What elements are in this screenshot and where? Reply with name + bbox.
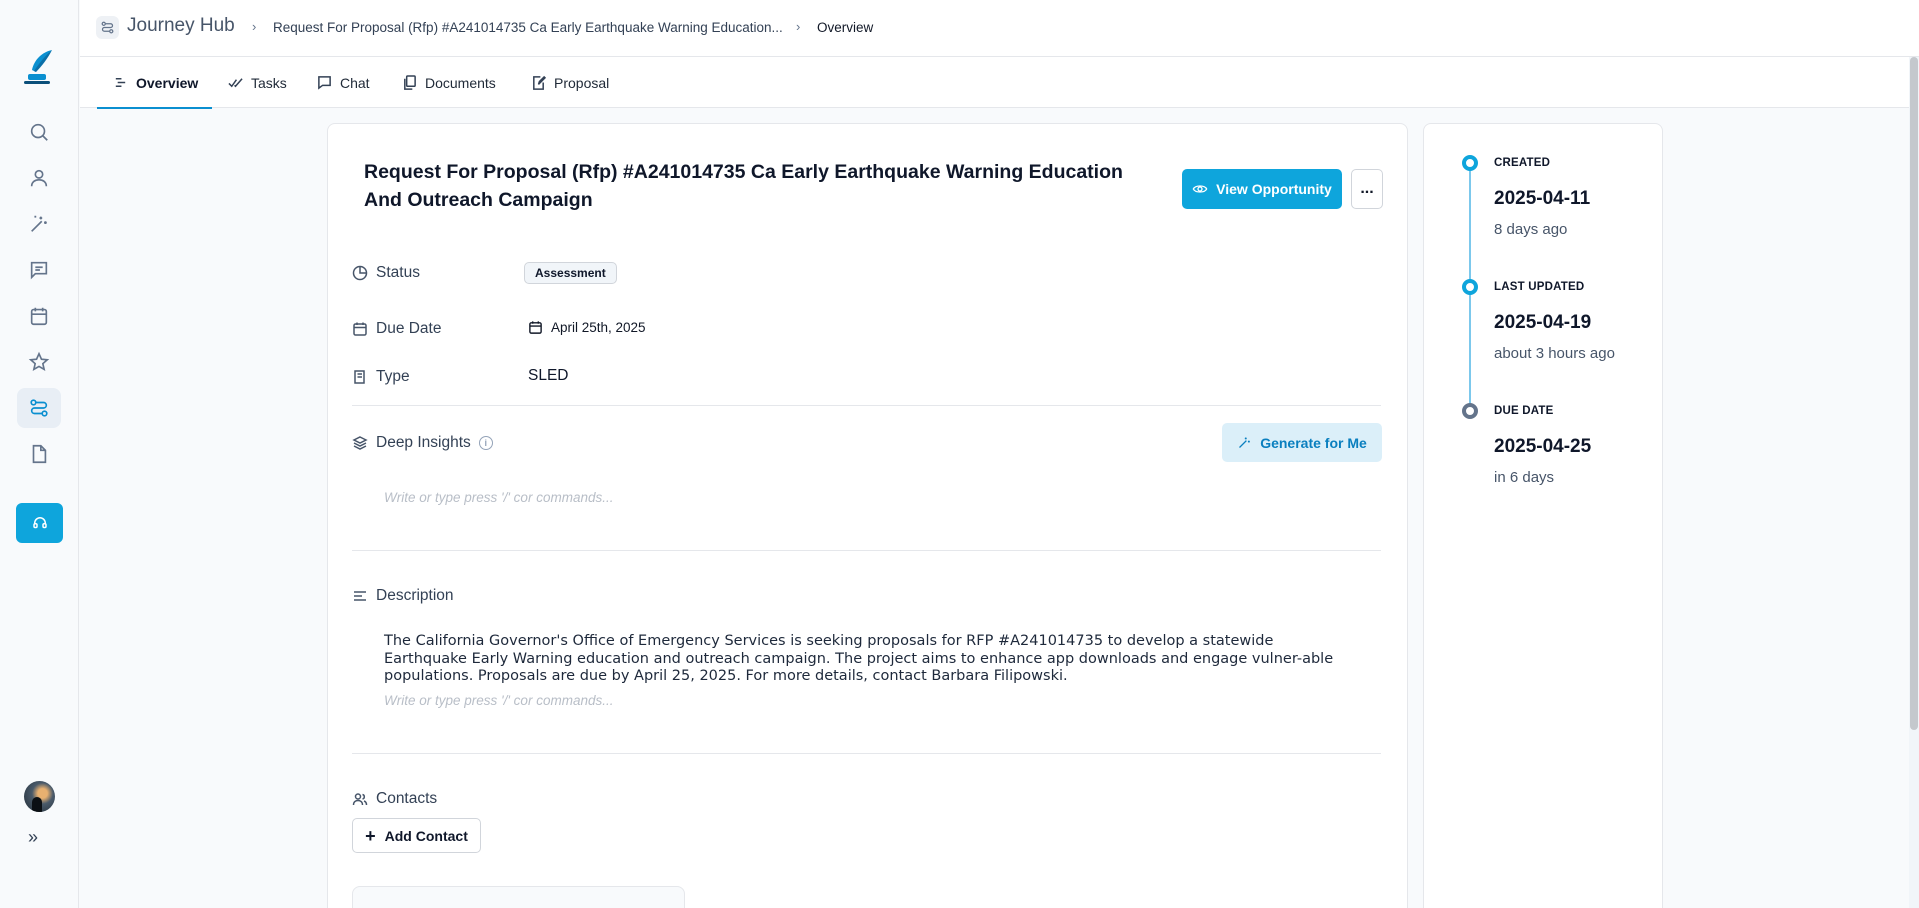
user-icon[interactable] (17, 158, 61, 198)
deep-insights-label: Deep Insights i (352, 434, 493, 452)
type-value[interactable]: SLED (528, 367, 569, 385)
timeline-dot-created (1462, 155, 1478, 171)
contacts-label-text: Contacts (376, 790, 438, 807)
app-logo-icon[interactable] (22, 48, 56, 86)
documents-icon (404, 75, 416, 90)
hub-title[interactable]: Journey Hub (127, 15, 235, 37)
created-relative: 8 days ago (1494, 221, 1568, 238)
description-label-text: Description (376, 587, 454, 604)
avatar[interactable] (24, 781, 55, 812)
star-icon[interactable] (17, 342, 61, 382)
due-date-timeline-label: DUE DATE (1494, 405, 1554, 417)
tab-label: Documents (425, 74, 496, 91)
sidebar: » (0, 0, 79, 908)
info-icon[interactable]: i (478, 436, 493, 450)
plus-icon: + (365, 825, 376, 846)
top-header: Journey Hub › Request For Proposal (Rfp)… (80, 0, 1919, 57)
file-icon[interactable] (17, 434, 61, 474)
breadcrumb-opportunity[interactable]: Request For Proposal (Rfp) #A241014735 C… (273, 20, 783, 35)
more-options-button[interactable]: ... (1351, 169, 1383, 209)
timeline-card (1423, 123, 1663, 908)
tab-label: Tasks (251, 74, 287, 91)
divider (352, 753, 1381, 754)
tab-label: Chat (340, 74, 370, 91)
due-date-value[interactable]: April 25th, 2025 (528, 320, 646, 335)
journey-icon[interactable] (17, 388, 61, 428)
tab-proposal[interactable]: Proposal (531, 57, 609, 108)
description-editor[interactable]: The California Governor's Office of Emer… (384, 633, 1344, 686)
tab-label: Proposal (554, 74, 610, 91)
insights-editor[interactable]: Write or type press '/' cor commands... (384, 490, 613, 505)
message-icon[interactable] (17, 250, 61, 290)
align-left-icon (354, 591, 366, 601)
eye-icon (1192, 185, 1208, 193)
add-contact-button[interactable]: + Add Contact (352, 818, 481, 853)
tab-label: Overview (136, 74, 199, 91)
due-date-timeline-relative: in 6 days (1494, 469, 1555, 486)
calendar-icon[interactable] (17, 296, 61, 336)
page-title: Request For Proposal (Rfp) #A241014735 C… (364, 161, 1123, 211)
view-opportunity-label: View Opportunity (1216, 181, 1332, 197)
generate-for-me-button[interactable]: Generate for Me (1222, 423, 1382, 462)
search-icon[interactable] (17, 112, 61, 152)
layers-icon (352, 436, 368, 450)
book-icon (354, 370, 365, 384)
tab-chat[interactable]: Chat (317, 57, 370, 108)
timeline-dot-due (1462, 403, 1478, 419)
status-label: Status (352, 264, 420, 282)
created-label: CREATED (1494, 157, 1551, 169)
check-icon (228, 78, 243, 88)
calendar-icon (529, 321, 542, 334)
status-label-text: Status (376, 264, 420, 281)
last-updated-date: 2025-04-19 (1494, 312, 1592, 333)
tab-bar: Overview Tasks Chat Documents Proposal (80, 57, 1919, 109)
generate-label: Generate for Me (1260, 434, 1367, 451)
chevron-right-icon: › (252, 19, 257, 34)
description-label: Description (352, 587, 454, 605)
last-updated-relative: about 3 hours ago (1494, 345, 1615, 362)
calendar-icon (353, 322, 367, 336)
divider (352, 405, 1381, 406)
add-contact-label: Add Contact (384, 827, 468, 844)
users-icon (352, 793, 368, 806)
type-label: Type (352, 368, 410, 386)
pie-chart-icon (352, 265, 368, 281)
breadcrumb-current: Overview (817, 20, 874, 35)
tab-overview[interactable]: Overview (96, 57, 213, 109)
due-date-timeline-date: 2025-04-25 (1494, 436, 1592, 457)
headset-icon[interactable] (16, 503, 63, 543)
created-date: 2025-04-11 (1494, 188, 1591, 209)
due-date-text: April 25th, 2025 (551, 320, 646, 335)
description-placeholder[interactable]: Write or type press '/' cor commands... (384, 693, 613, 708)
scrollbar-thumb[interactable] (1910, 57, 1918, 730)
journey-hub-icon (96, 16, 119, 39)
view-opportunity-button[interactable]: View Opportunity (1182, 169, 1342, 209)
status-badge[interactable]: Assessment (524, 262, 617, 284)
tab-documents[interactable]: Documents (402, 57, 496, 108)
last-updated-label: LAST UPDATED (1494, 281, 1585, 293)
magic-wand-icon[interactable] (17, 204, 61, 244)
chat-icon (318, 76, 331, 90)
list-icon (115, 78, 126, 87)
tab-tasks[interactable]: Tasks (228, 57, 287, 108)
opportunity-card (327, 123, 1408, 908)
contact-card[interactable] (352, 886, 685, 908)
timeline-dot-updated (1462, 279, 1478, 295)
due-date-label-text: Due Date (376, 320, 442, 337)
expand-sidebar-icon[interactable]: » (28, 828, 50, 846)
deep-insights-label-text: Deep Insights (376, 434, 471, 451)
edit-document-icon (533, 75, 546, 90)
due-date-label: Due Date (352, 320, 441, 338)
chevron-right-icon: › (796, 19, 801, 34)
magic-wand-icon (1239, 437, 1251, 448)
divider (352, 550, 1381, 551)
type-label-text: Type (376, 368, 410, 385)
contacts-label: Contacts (352, 790, 437, 808)
